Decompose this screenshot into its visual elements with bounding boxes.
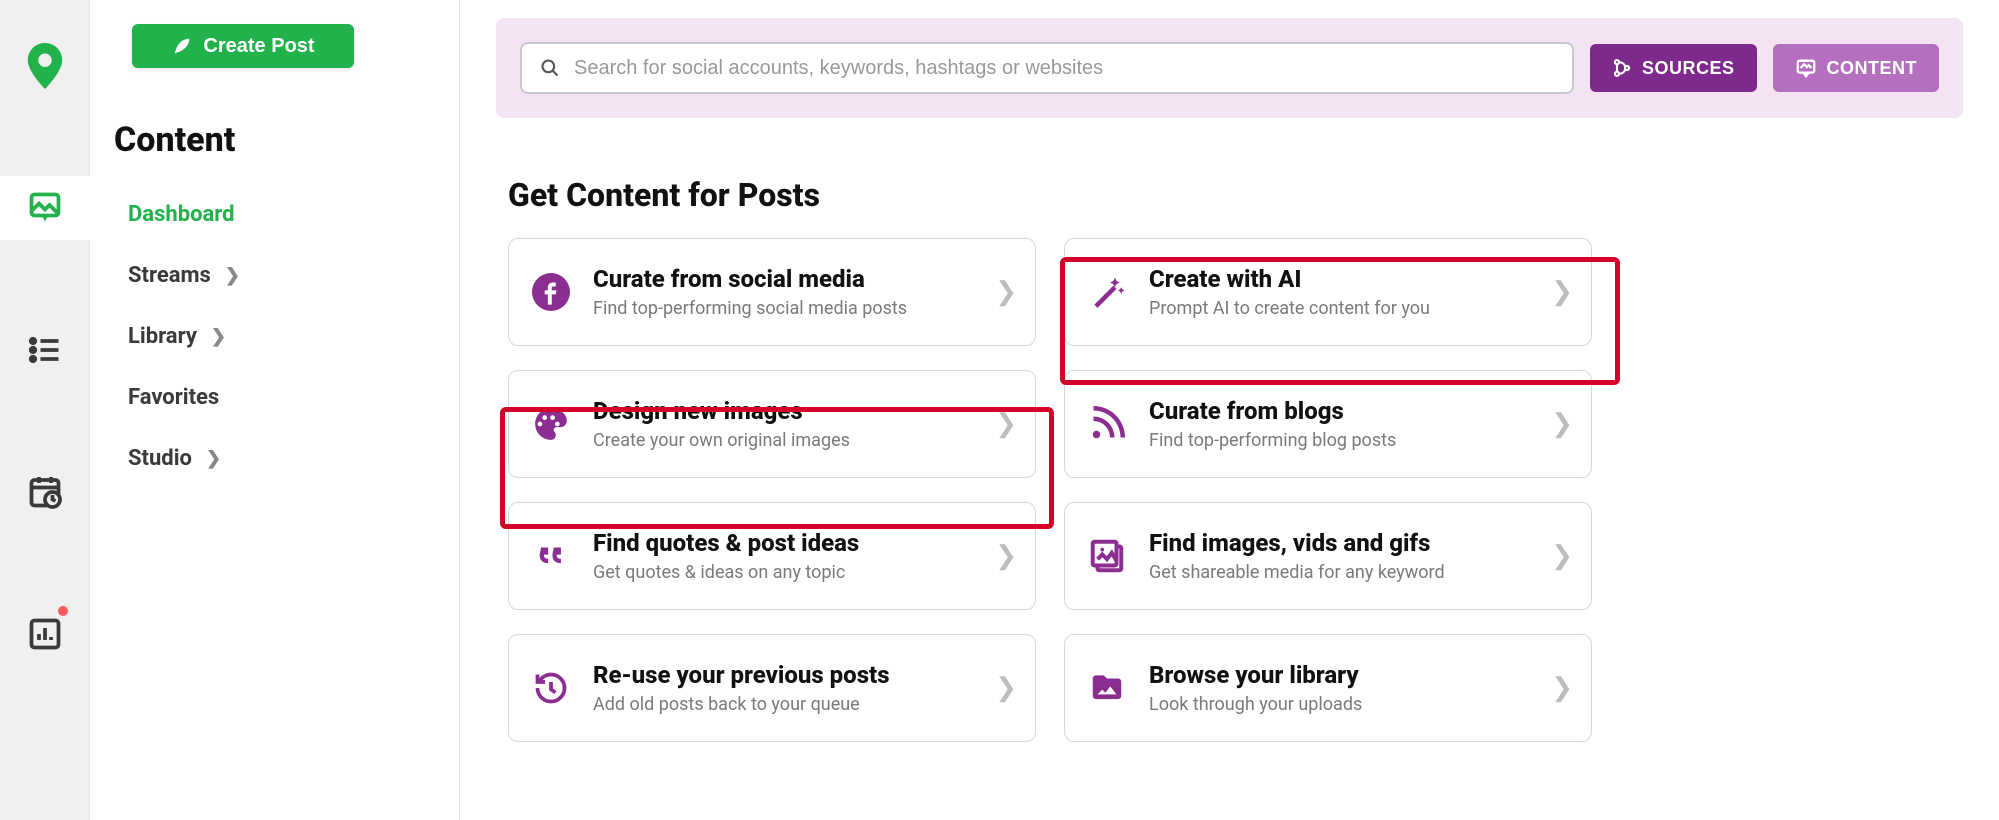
card-title: Design new images [593, 397, 973, 426]
card-curate-social[interactable]: Curate from social media Find top-perfor… [508, 238, 1036, 346]
search-input[interactable] [574, 57, 1554, 80]
search-bar-container: SOURCES CONTENT [496, 18, 1963, 118]
nav-streams[interactable]: Streams ❯ [96, 245, 459, 306]
card-subtitle: Find top-performing social media posts [593, 298, 973, 319]
chevron-right-icon: ❯ [225, 265, 240, 286]
chevron-right-icon: ❯ [206, 448, 221, 469]
card-subtitle: Get shareable media for any keyword [1149, 562, 1529, 583]
content-speech-icon [1795, 57, 1817, 79]
main-heading: Get Content for Posts [508, 176, 1963, 214]
chevron-right-icon: ❯ [1551, 673, 1573, 703]
gallery-icon [1087, 536, 1127, 576]
card-design-images[interactable]: Design new images Create your own origin… [508, 370, 1036, 478]
card-title: Find quotes & post ideas [593, 529, 973, 558]
history-icon [531, 668, 571, 708]
card-subtitle: Find top-performing blog posts [1149, 430, 1529, 451]
card-reuse-posts[interactable]: Re-use your previous posts Add old posts… [508, 634, 1036, 742]
list-icon [27, 332, 63, 368]
chevron-right-icon: ❯ [995, 277, 1017, 307]
nav-label: Studio [128, 446, 192, 471]
nav-dashboard[interactable]: Dashboard [96, 184, 459, 245]
sources-button[interactable]: SOURCES [1590, 44, 1757, 92]
card-find-media[interactable]: Find images, vids and gifs Get shareable… [1064, 502, 1592, 610]
facebook-icon [531, 272, 571, 312]
chevron-right-icon: ❯ [1551, 541, 1573, 571]
nav-label: Favorites [128, 385, 219, 410]
app-logo[interactable] [0, 28, 90, 98]
chevron-right-icon: ❯ [995, 673, 1017, 703]
nav-favorites[interactable]: Favorites [96, 367, 459, 428]
search-icon [540, 58, 560, 78]
sources-label: SOURCES [1642, 58, 1735, 79]
card-subtitle: Get quotes & ideas on any topic [593, 562, 973, 583]
content-button[interactable]: CONTENT [1773, 44, 1940, 92]
card-title: Re-use your previous posts [593, 661, 973, 690]
card-subtitle: Look through your uploads [1149, 694, 1529, 715]
nav-library[interactable]: Library ❯ [96, 306, 459, 367]
chevron-right-icon: ❯ [1551, 277, 1573, 307]
picture-speech-icon [27, 190, 63, 226]
nav-studio[interactable]: Studio ❯ [96, 428, 459, 489]
nav-label: Streams [128, 263, 211, 288]
rail-reports[interactable] [0, 602, 90, 666]
pin-logo-icon [22, 40, 68, 92]
rail-calendar[interactable] [0, 460, 90, 524]
create-post-button[interactable]: Create Post [132, 24, 354, 68]
card-title: Find images, vids and gifs [1149, 529, 1529, 558]
card-find-quotes[interactable]: Find quotes & post ideas Get quotes & id… [508, 502, 1036, 610]
card-subtitle: Prompt AI to create content for you [1149, 298, 1529, 319]
create-post-label: Create Post [203, 35, 314, 58]
calendar-clock-icon [27, 474, 63, 510]
card-title: Curate from social media [593, 265, 973, 294]
branch-icon [1612, 58, 1632, 78]
card-title: Browse your library [1149, 661, 1529, 690]
card-browse-library[interactable]: Browse your library Look through your up… [1064, 634, 1592, 742]
main-content: SOURCES CONTENT Get Content for Posts Cu… [460, 0, 1999, 820]
chevron-right-icon: ❯ [995, 409, 1017, 439]
card-title: Curate from blogs [1149, 397, 1529, 426]
rail-queue[interactable] [0, 318, 90, 382]
card-create-ai[interactable]: Create with AI Prompt AI to create conte… [1064, 238, 1592, 346]
chevron-right-icon: ❯ [1551, 409, 1573, 439]
magic-wand-icon [1087, 272, 1127, 312]
folder-image-icon [1087, 668, 1127, 708]
feather-icon [171, 35, 193, 57]
card-curate-blogs[interactable]: Curate from blogs Find top-performing bl… [1064, 370, 1592, 478]
chevron-right-icon: ❯ [995, 541, 1017, 571]
cards-grid: Curate from social media Find top-perfor… [496, 238, 1963, 742]
notification-dot [58, 606, 68, 616]
card-subtitle: Add old posts back to your queue [593, 694, 973, 715]
sidebar: Create Post Content Dashboard Streams ❯ … [90, 0, 460, 820]
quotes-icon [531, 536, 571, 576]
sidebar-nav: Dashboard Streams ❯ Library ❯ Favorites … [90, 184, 459, 489]
rail-content[interactable] [0, 176, 90, 240]
palette-icon [531, 404, 571, 444]
nav-label: Dashboard [128, 202, 235, 227]
bar-chart-icon [27, 616, 63, 652]
card-subtitle: Create your own original images [593, 430, 973, 451]
sidebar-section-title: Content [90, 106, 459, 184]
nav-label: Library [128, 324, 197, 349]
chevron-right-icon: ❯ [211, 326, 226, 347]
card-title: Create with AI [1149, 265, 1529, 294]
icon-rail [0, 0, 90, 820]
rss-icon [1087, 404, 1127, 444]
content-label: CONTENT [1827, 58, 1918, 79]
search-box[interactable] [520, 42, 1574, 94]
